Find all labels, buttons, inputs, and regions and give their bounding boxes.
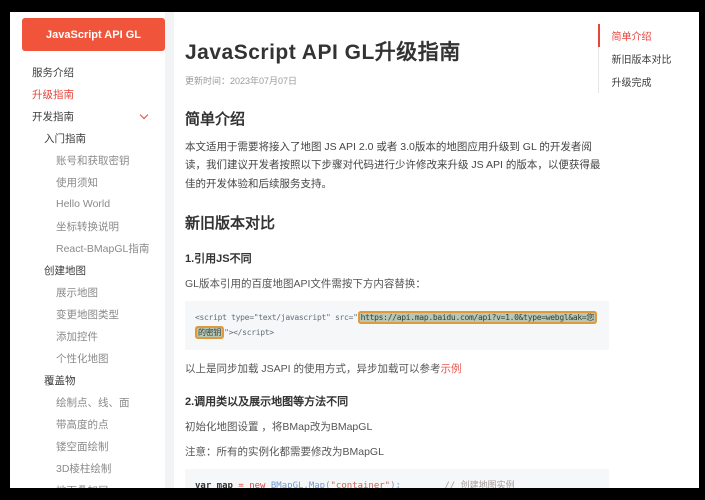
sidebar-item-label: 创建地图 (44, 264, 86, 277)
sidebar-item[interactable]: 服务介绍 (10, 61, 165, 83)
page-title: JavaScript API GL升级指南 (185, 41, 461, 64)
sidebar-item[interactable]: 变更地图类型 (10, 303, 165, 325)
main-content: JavaScript API GL升级指南 更新时间：2023年07月07日 简… (185, 12, 609, 488)
toc-item[interactable]: 新旧版本对比 (598, 47, 700, 70)
sidebar-item-label: 带高度的点 (56, 418, 109, 431)
sidebar-item[interactable]: 个性化地图 (10, 347, 165, 369)
sidebar-item-label: 变更地图类型 (56, 308, 119, 321)
subsection-2-heading: 2.调用类以及展示地图等方法不同 (185, 395, 349, 408)
section-heading-compare: 新旧版本对比 (185, 215, 276, 233)
intro-paragraph: 本文适用于需要将接入了地图 JS API 2.0 或者 3.0版本的地图应用升级… (185, 141, 601, 190)
sidebar-item[interactable]: 坐标转换说明 (10, 215, 165, 237)
toc: 简单介绍 新旧版本对比 升级完成 (597, 24, 700, 93)
sidebar-item-label: 使用须知 (56, 176, 98, 189)
code-line: var map = new BMapGL.Map("container"); /… (195, 478, 599, 489)
sidebar-item[interactable]: 带高度的点 (10, 413, 165, 435)
sidebar-item[interactable]: 入门指南 (10, 127, 165, 149)
sync-load-note: 以上是同步加载 JSAPI 的使用方式，异步加载可以参考示例 (185, 361, 609, 376)
sidebar-item-label: 个性化地图 (56, 352, 109, 365)
toc-item[interactable]: 简单介绍 (597, 24, 700, 47)
sidebar-item[interactable]: React-BMapGL指南 (10, 237, 165, 259)
sidebar-item-label: 镂空面绘制 (56, 440, 109, 453)
subsection-1-desc: GL版本引用的百度地图API文件需按下方内容替换： (185, 278, 426, 291)
sidebar-item-label: 服务介绍 (32, 66, 74, 79)
sidebar-item[interactable]: 覆盖物 (10, 369, 165, 391)
code-text: <script type="text/javascript" src=" (195, 313, 358, 323)
sidebar-item-label: Hello World (56, 198, 111, 210)
sidebar-item[interactable]: 添加控件 (10, 325, 165, 347)
sidebar-item-label: 覆盖物 (44, 374, 76, 387)
sidebar-item-label: React-BMapGL指南 (56, 242, 150, 255)
code-block-js-sample: var map = new BMapGL.Map("container"); /… (185, 468, 609, 489)
sidebar-item-label: 开发指南 (32, 110, 74, 123)
subsection-1-heading: 1.引用JS不同 (185, 253, 252, 266)
code-text: "></script> (224, 328, 274, 338)
sidebar-title-button[interactable]: JavaScript API GL (22, 18, 165, 51)
sidebar-item[interactable]: 绘制点、线、面 (10, 391, 165, 413)
sidebar-item-label: 入门指南 (44, 132, 86, 145)
sidebar-item[interactable]: 创建地图 (10, 259, 165, 281)
code-token: = (232, 480, 250, 489)
sidebar-item[interactable]: Hello World (10, 193, 165, 215)
code-token: var map (195, 480, 233, 489)
sidebar-item[interactable]: 镂空面绘制 (10, 435, 165, 457)
chevron-down-icon (139, 110, 149, 120)
sidebar-item[interactable]: 使用须知 (10, 171, 165, 193)
section-heading-intro: 简单介绍 (185, 111, 246, 128)
sidebar-item-label: 3D棱柱绘制 (56, 462, 112, 475)
sidebar-item[interactable]: 开发指南 (10, 105, 165, 127)
code-token: "container" (330, 480, 391, 489)
code-line: 的密钥 "></script> (195, 325, 599, 340)
page: JavaScript API GL 服务介绍升级指南开发指南入门指南账号和获取密… (10, 12, 699, 488)
sidebar-item-label: 坐标转换说明 (56, 220, 119, 233)
sidebar-item[interactable]: 升级指南 (10, 83, 165, 105)
sidebar-item[interactable]: 展示地图 (10, 281, 165, 303)
toc-item[interactable]: 升级完成 (598, 70, 700, 93)
updated-timestamp: 更新时间：2023年07月07日 (185, 76, 298, 86)
example-link[interactable]: 示例 (441, 363, 462, 375)
sidebar-divider (165, 12, 174, 488)
sidebar-item[interactable]: 地面叠加层 (10, 479, 165, 489)
code-token: // 创建地图实例 (444, 480, 515, 489)
note-text: 以上是同步加载 JSAPI 的使用方式，异步加载可以参考 (185, 362, 441, 375)
sidebar-nav: 服务介绍升级指南开发指南入门指南账号和获取密钥 使用须知 Hello World 坐标… (10, 61, 165, 489)
sidebar-item-label: 展示地图 (56, 286, 98, 299)
code-block-script-tag: <script type="text/javascript" src=" http… (185, 301, 609, 350)
code-token: BMapGL.Map( (270, 480, 331, 489)
subsection-2-desc1: 初始化地图设置 ，将BMap改为BMapGL (185, 420, 373, 433)
sidebar-item-label: 账号和获取密钥 (56, 154, 130, 167)
sidebar-item[interactable]: 账号和获取密钥 (10, 149, 165, 171)
sidebar-item-label: 地面叠加层 (56, 483, 109, 489)
highlighted-api-url: https://api.map.baidu.com/api?v=1.0&type… (357, 311, 598, 325)
sidebar-item-label: 添加控件 (56, 330, 98, 343)
code-token: ); (390, 480, 401, 489)
code-line: <script type="text/javascript" src=" http… (195, 310, 599, 325)
sidebar: JavaScript API GL 服务介绍升级指南开发指南入门指南账号和获取密… (10, 12, 165, 488)
subsection-2-desc2: 注意：所有的实例化都需要修改为BMapGL (185, 445, 384, 458)
code-token: new (249, 480, 266, 489)
sidebar-item-label: 绘制点、线、面 (56, 396, 130, 409)
sidebar-item[interactable]: 3D棱柱绘制 (10, 457, 165, 479)
sidebar-item-label: 升级指南 (32, 88, 74, 101)
highlighted-api-key: 的密钥 (195, 326, 225, 340)
